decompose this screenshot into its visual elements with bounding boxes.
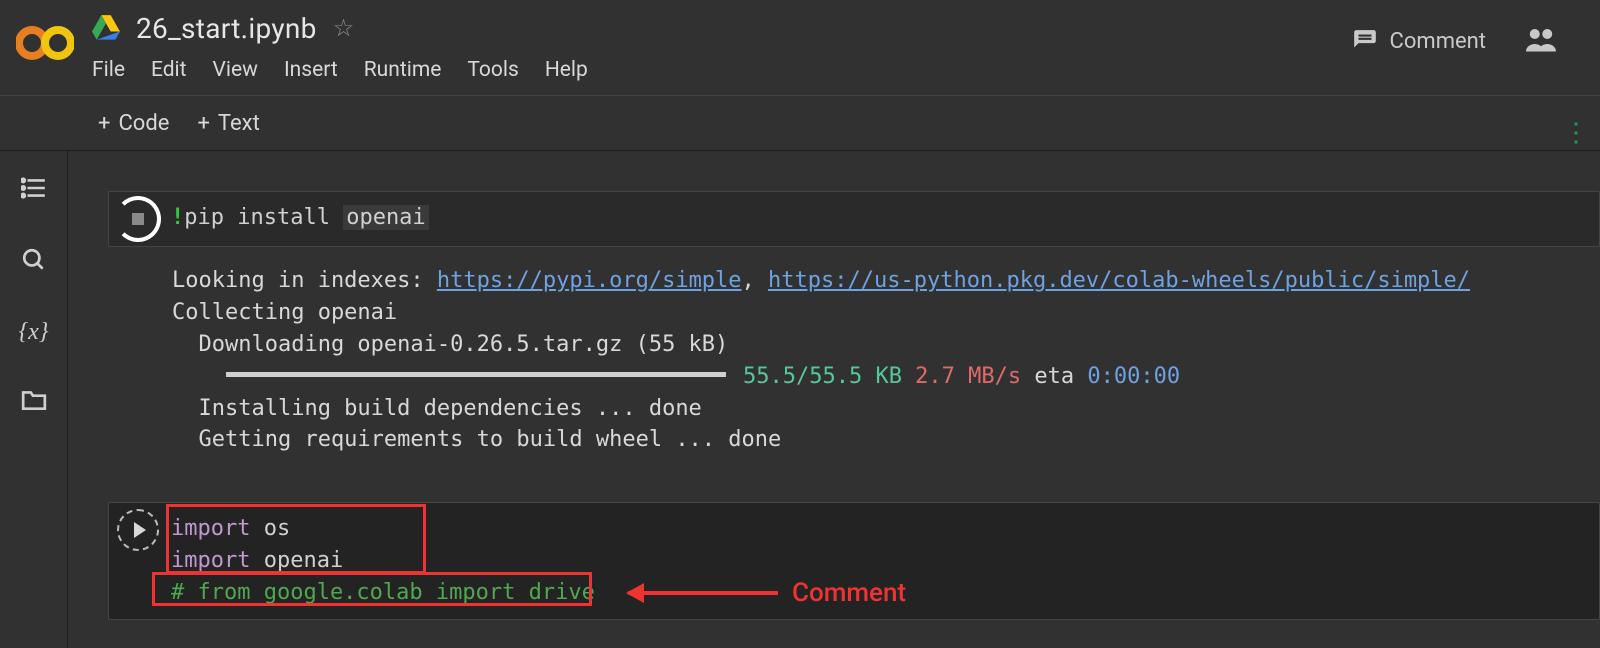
comment-icon bbox=[1352, 28, 1378, 54]
add-code-label: Code bbox=[118, 111, 169, 136]
files-icon[interactable] bbox=[21, 388, 47, 416]
menu-file[interactable]: File bbox=[92, 58, 125, 82]
colab-logo-icon bbox=[16, 14, 74, 72]
output-link[interactable]: https://us-python.pkg.dev/colab-wheels/p… bbox=[768, 268, 1470, 293]
add-code-button[interactable]: + Code bbox=[98, 111, 169, 136]
output-text: 55.5/55.5 KB bbox=[730, 364, 902, 389]
code-editor[interactable]: !pip install openai bbox=[171, 198, 1591, 238]
code-token: import bbox=[171, 548, 250, 573]
code-token: import bbox=[171, 516, 250, 541]
code-token: os bbox=[250, 516, 290, 541]
share-icon[interactable] bbox=[1526, 26, 1556, 56]
output-link[interactable]: https://pypi.org/simple bbox=[437, 268, 742, 293]
insert-toolbar: + Code + Text bbox=[0, 95, 1600, 151]
output-text: Installing build dependencies ... done bbox=[172, 396, 702, 421]
menu-view[interactable]: View bbox=[213, 58, 258, 82]
output-text: 0:00:00 bbox=[1087, 364, 1180, 389]
menu-help[interactable]: Help bbox=[545, 58, 588, 82]
output-text: Collecting openai bbox=[172, 300, 397, 325]
code-cell: import os import openai # from google.co… bbox=[108, 502, 1600, 620]
plus-icon: + bbox=[197, 111, 209, 136]
output-text: eta bbox=[1021, 364, 1087, 389]
plus-icon: + bbox=[98, 111, 110, 136]
more-menu-icon[interactable]: ⋮ bbox=[1563, 118, 1590, 148]
app-header: 26_start.ipynb ☆ File Edit View Insert R… bbox=[0, 0, 1600, 95]
annotation-arrow: Comment bbox=[628, 578, 906, 608]
code-token: openai bbox=[250, 548, 343, 573]
run-cell-button[interactable] bbox=[117, 509, 159, 551]
output-text: Getting requirements to build wheel ... … bbox=[172, 427, 781, 452]
menu-insert[interactable]: Insert bbox=[284, 58, 338, 82]
run-cell-button[interactable] bbox=[117, 198, 159, 240]
notebook-area: !pip install openai Looking in indexes: … bbox=[68, 151, 1600, 648]
output-text: 2.7 MB/s bbox=[902, 364, 1021, 389]
output-text: Downloading openai-0.26.5.tar.gz (55 kB) bbox=[172, 332, 728, 357]
code-token: openai bbox=[343, 205, 428, 230]
code-token: # from google.colab import drive bbox=[171, 580, 595, 605]
star-icon[interactable]: ☆ bbox=[333, 14, 355, 42]
comment-button[interactable]: Comment bbox=[1352, 28, 1486, 54]
add-text-label: Text bbox=[218, 111, 260, 136]
code-token: ! bbox=[171, 205, 184, 230]
annotation-label: Comment bbox=[792, 578, 906, 608]
search-icon[interactable] bbox=[21, 247, 47, 277]
toc-icon[interactable] bbox=[21, 175, 47, 205]
menu-edit[interactable]: Edit bbox=[151, 58, 187, 82]
menu-bar: File Edit View Insert Runtime Tools Help bbox=[92, 48, 1352, 82]
comment-button-label: Comment bbox=[1390, 29, 1486, 54]
output-text: Looking in indexes: bbox=[172, 268, 437, 293]
code-token: pip install bbox=[184, 205, 343, 230]
menu-tools[interactable]: Tools bbox=[467, 58, 518, 82]
left-sidebar: {x} bbox=[0, 151, 68, 648]
output-text: , bbox=[742, 268, 769, 293]
document-title[interactable]: 26_start.ipynb bbox=[136, 12, 317, 45]
progress-bar bbox=[226, 372, 726, 377]
drive-icon bbox=[92, 15, 120, 41]
code-cell: !pip install openai Looking in indexes: … bbox=[108, 191, 1600, 456]
add-text-button[interactable]: + Text bbox=[197, 111, 259, 136]
menu-runtime[interactable]: Runtime bbox=[364, 58, 442, 82]
cell-output: Looking in indexes: https://pypi.org/sim… bbox=[108, 247, 1600, 456]
code-cell-input[interactable]: !pip install openai bbox=[108, 191, 1600, 247]
variables-icon[interactable]: {x} bbox=[19, 319, 49, 346]
